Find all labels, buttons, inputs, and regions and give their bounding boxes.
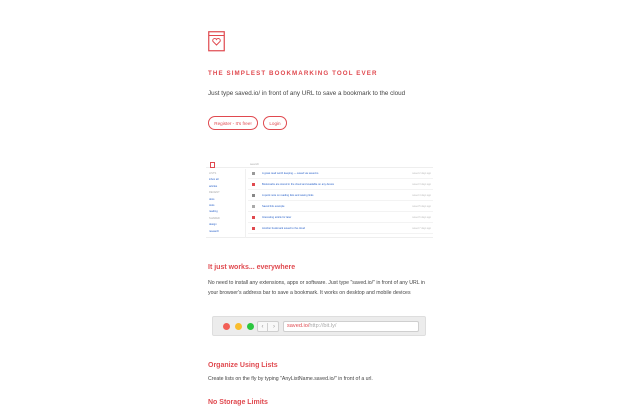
bookmark-row[interactable]: A quick note on reading lists and saving… [248,191,433,201]
bookmark-title[interactable]: Another bookmark saved to the cloud [262,227,305,230]
bookmark-title[interactable]: Saved link example [262,205,285,208]
sidebar-heading: SHARED [209,216,220,220]
sidebar-list-link[interactable]: reading [209,210,218,213]
back-arrow-icon: ‹ [258,323,268,331]
sidebar-list-link[interactable]: tools [209,204,214,207]
window-close-dot [223,323,230,330]
bookmark-row[interactable]: A great read worth keeping — saved via s… [248,169,433,179]
browser-nav-buttons: ‹ › [257,321,279,332]
favicon-icon [252,183,255,186]
login-button[interactable]: Login [263,116,287,130]
bookmark-row[interactable]: Saved link example saved 5 days ago [248,202,433,212]
address-bar: saved.io/http://bit.ly/ [283,321,419,332]
bookmark-heart-icon [208,31,225,52]
forward-arrow-icon: › [273,324,275,330]
bookmark-date: saved 3 days ago [412,183,431,186]
sidebar-list-link[interactable]: docs [209,198,214,201]
bookmark-title[interactable]: A quick note on reading lists and saving… [262,194,313,197]
favicon-icon [252,194,255,197]
window-maximize-dot [247,323,254,330]
app-preview-logo-icon [210,162,215,168]
lists-title: Organize Using Lists [208,362,278,369]
url-prefix: saved.io/ [287,323,310,329]
favicon-icon [252,227,255,230]
bookmark-date: saved 4 days ago [412,194,431,197]
bookmark-date: saved 5 days ago [412,205,431,208]
bookmark-date: saved 7 days ago [412,227,431,230]
bookmark-title[interactable]: Interesting article for later [262,216,291,219]
bookmark-date: saved 6 days ago [412,216,431,219]
favicon-icon [252,205,255,208]
hero-subtitle: Just type saved.io/ in front of any URL … [208,90,406,97]
window-minimize-dot [235,323,242,330]
bookmark-row[interactable]: Another bookmark saved to the cloud saved… [248,224,433,234]
bookmark-title[interactable]: Bookmarks are stored in the cloud and av… [262,183,334,186]
app-preview-screenshot: search LISTS inbox all articles RECENT docs t… [206,160,433,238]
works-text: No need to install any extensions, apps … [208,280,425,296]
url-rest: http://bit.ly/ [309,323,337,329]
sidebar-list-link[interactable]: design [209,223,217,226]
lists-text: Create lists on the fly by typing "AnyLi… [208,376,373,382]
sidebar-list-link[interactable]: articles [209,185,217,188]
storage-title: No Storage Limits [208,399,268,406]
bookmark-title[interactable]: A great read worth keeping — saved via s… [262,172,318,175]
hero-title: THE SIMPLEST BOOKMARKING TOOL EVER [208,70,378,77]
sidebar-heading: RECENT [209,191,220,195]
sidebar-heading: LISTS [209,172,217,175]
favicon-icon [252,216,255,219]
works-title: It just works... everywhere [208,264,296,271]
bookmark-date: saved 2 days ago [412,172,431,175]
register-button[interactable]: Register - It's free! [208,116,258,130]
app-preview-topbar: search [206,160,433,168]
bookmark-row[interactable]: Interesting article for later saved 6 day… [248,213,433,223]
app-preview-search: search [250,162,260,166]
sidebar-list-link[interactable]: research [209,230,219,233]
sidebar-list-link[interactable]: inbox all [209,178,219,181]
bookmark-row[interactable]: Bookmarks are stored in the cloud and av… [248,180,433,190]
browser-demo: ‹ › saved.io/http://bit.ly/ [212,316,426,336]
favicon-icon [252,172,255,175]
app-preview-sidebar: LISTS inbox all articles RECENT docs tools rea… [206,169,246,238]
